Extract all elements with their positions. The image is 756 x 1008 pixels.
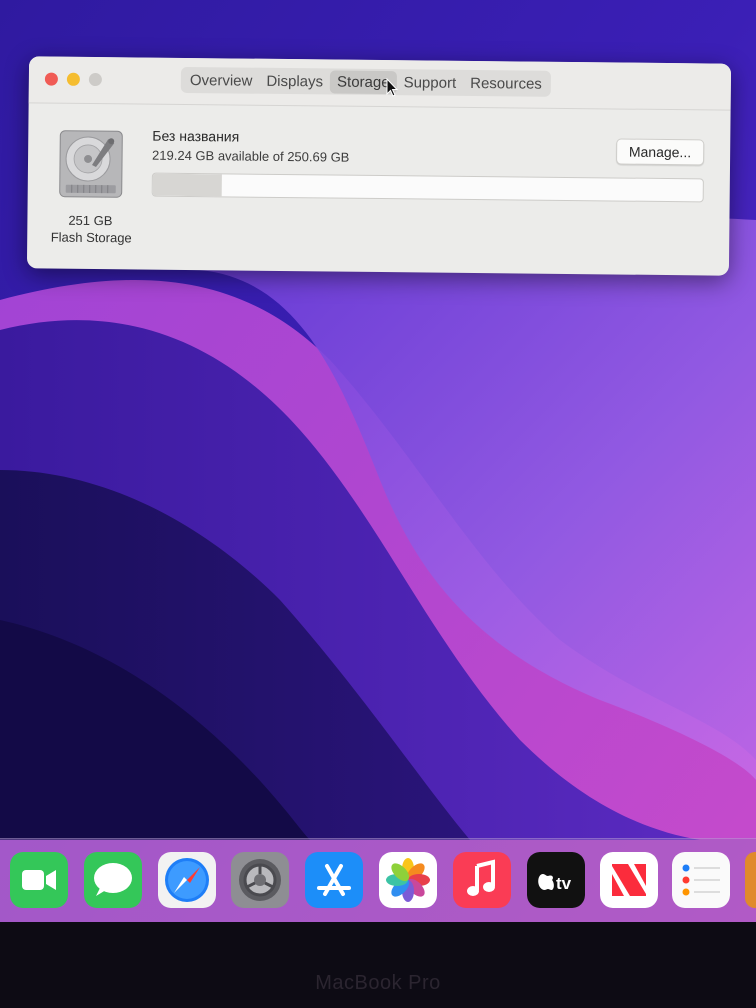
partial-dock-icon[interactable] (745, 852, 756, 908)
storage-used-segment (152, 173, 222, 197)
laptop-bezel (0, 922, 756, 1008)
tab-overview[interactable]: Overview (183, 68, 260, 92)
minimize-button[interactable] (66, 72, 80, 86)
disk-capacity: 251 GB (68, 212, 113, 229)
tab-displays[interactable]: Displays (259, 69, 330, 93)
storage-usage-bar (151, 172, 704, 203)
facetime-icon[interactable] (10, 852, 68, 908)
zoom-button (88, 72, 102, 87)
close-button[interactable] (44, 72, 58, 86)
bezel-label: MacBook Pro (315, 972, 441, 994)
system-preferences-icon[interactable] (231, 852, 289, 908)
titlebar: Overview Displays Storage Support Resour… (28, 56, 732, 111)
messages-icon[interactable] (84, 852, 142, 908)
tab-resources[interactable]: Resources (463, 71, 549, 95)
apple-tv-icon[interactable]: tv (527, 852, 585, 908)
music-icon[interactable] (453, 852, 511, 908)
news-icon[interactable] (600, 852, 658, 908)
manage-button[interactable]: Manage... (615, 138, 705, 166)
mouse-cursor-icon (386, 78, 398, 97)
disk-type: Flash Storage (50, 229, 132, 246)
app-store-icon[interactable] (305, 852, 363, 908)
safari-icon[interactable] (158, 852, 216, 908)
svg-text:tv: tv (556, 874, 572, 893)
tab-bar: Overview Displays Storage Support Resour… (180, 66, 552, 97)
photos-icon[interactable] (379, 852, 437, 908)
about-this-mac-window: Overview Displays Storage Support Resour… (26, 56, 732, 276)
volume-available: 219.24 GB available of 250.69 GB (152, 147, 350, 165)
hard-drive-icon (59, 130, 123, 198)
volume-name: Без названия (152, 127, 240, 145)
tab-support[interactable]: Support (397, 71, 464, 95)
reminders-icon[interactable] (672, 852, 730, 908)
